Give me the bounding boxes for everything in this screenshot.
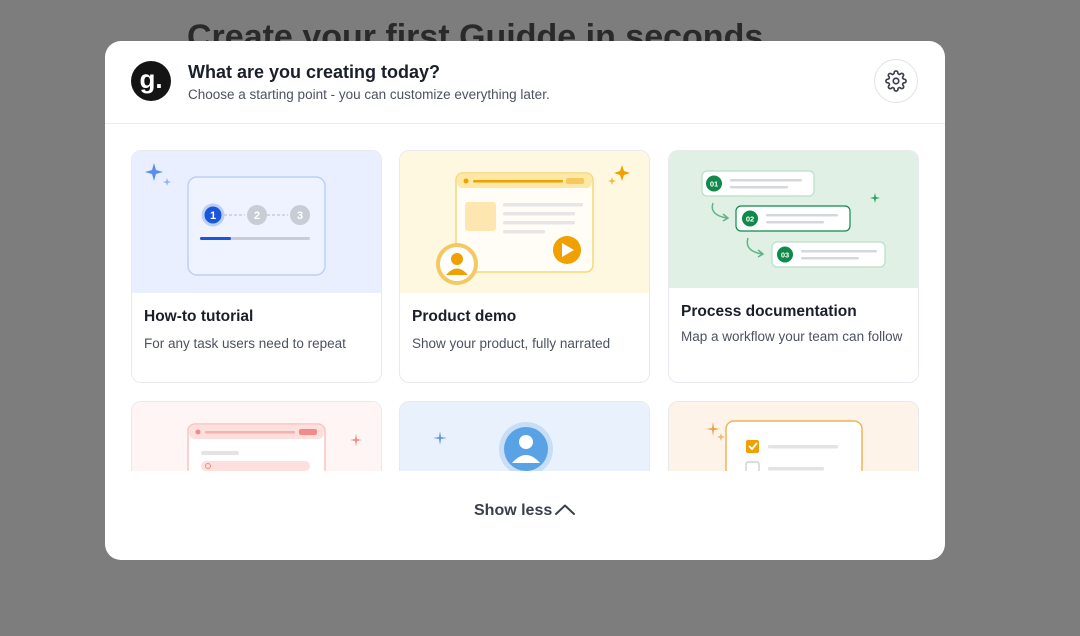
avatar-icon — [436, 243, 478, 285]
card-template-6[interactable] — [668, 401, 919, 471]
process-illustration: 01 02 03 — [669, 151, 918, 288]
guidde-logo: g. — [131, 61, 171, 101]
modal-subtitle: Choose a starting point - you can custom… — [188, 87, 550, 102]
step-label: 01 — [710, 180, 718, 189]
step-label: 3 — [297, 210, 303, 222]
modal-title: What are you creating today? — [188, 62, 441, 82]
card-description: Map a workflow your team can follow — [681, 329, 903, 344]
sparkle-icon — [433, 431, 447, 445]
avatar-icon — [499, 422, 553, 471]
card-description: For any task users need to repeat — [144, 336, 346, 351]
step-label: 1 — [210, 210, 216, 222]
gear-icon — [885, 70, 907, 92]
settings-button[interactable] — [874, 59, 918, 103]
card-process-documentation[interactable]: 01 02 03 Process documentation Map a wor… — [668, 150, 919, 383]
tutorial-illustration: 1 2 3 — [132, 151, 381, 293]
product-demo-illustration — [400, 151, 649, 293]
card-title: How-to tutorial — [144, 308, 254, 325]
card-how-to-tutorial[interactable]: 1 2 3 How-to tutorial For any task users… — [131, 150, 382, 383]
sparkle-icon — [350, 434, 362, 446]
template-4-illustration — [132, 402, 381, 471]
card-template-5[interactable] — [399, 401, 650, 471]
card-product-demo[interactable]: Product demo Show your product, fully na… — [399, 150, 650, 383]
card-title: Process documentation — [681, 303, 857, 320]
template-picker-modal: g. What are you creating today? Choose a… — [105, 41, 945, 560]
step-label: 02 — [746, 215, 754, 224]
sparkle-icon — [608, 165, 630, 185]
show-less-label: Show less — [474, 502, 553, 519]
chevron-up-icon — [555, 504, 575, 515]
modal-header: g. What are you creating today? Choose a… — [105, 41, 945, 124]
template-6-illustration — [669, 402, 918, 471]
template-grid: 1 2 3 How-to tutorial For any task users… — [105, 124, 945, 471]
step-label: 2 — [254, 210, 260, 222]
sparkle-icon — [706, 422, 725, 441]
card-title: Product demo — [412, 308, 517, 325]
card-description: Show your product, fully narrated — [412, 336, 611, 351]
step-label: 03 — [781, 251, 789, 260]
sparkle-icon — [870, 193, 880, 203]
template-5-illustration — [400, 402, 649, 471]
card-template-4[interactable] — [131, 401, 382, 471]
sparkle-icon — [145, 163, 171, 186]
